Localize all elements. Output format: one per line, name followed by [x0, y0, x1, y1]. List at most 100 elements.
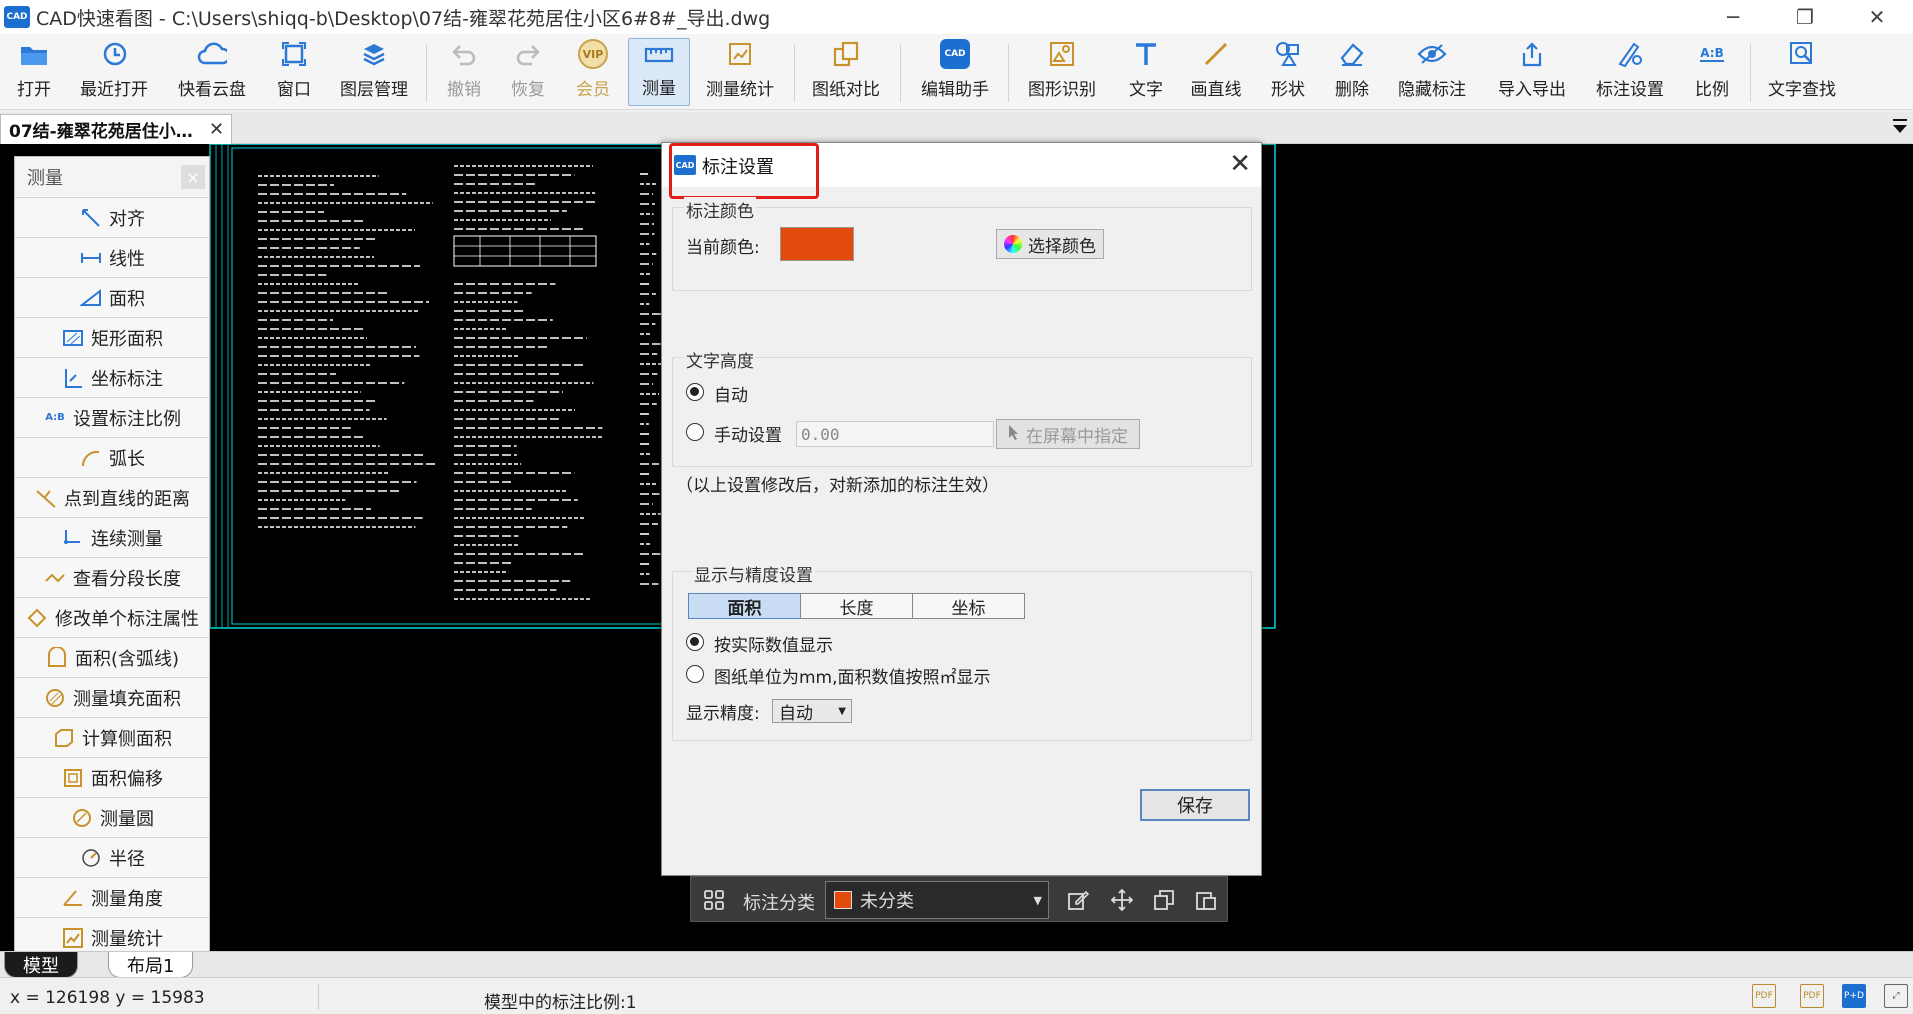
measure-item-arc-length[interactable]: 弧长	[15, 437, 209, 477]
edit-icon[interactable]	[1065, 887, 1091, 913]
text-search-button[interactable]: 文字查找	[1764, 38, 1840, 106]
fullscreen-icon[interactable]: ⤢	[1884, 984, 1908, 1008]
tab-area[interactable]: 面积	[688, 593, 801, 619]
measure-item-set-scale[interactable]: A:B 设置标注比例	[15, 397, 209, 437]
measure-item-fill-area[interactable]: 测量填充面积	[15, 677, 209, 717]
grid-apps-icon[interactable]	[701, 887, 727, 913]
measure-stats-button[interactable]: 测量统计	[704, 38, 776, 106]
mm-square-meter-label: 图纸单位为mm,面积数值按照㎡显示	[714, 668, 991, 688]
measure-panel-title: 测量	[27, 168, 63, 189]
measure-item-rect-area[interactable]: 矩形面积	[15, 317, 209, 357]
compare-button[interactable]: 图纸对比	[810, 38, 882, 106]
dropdown-arrow-icon: ▼	[1033, 894, 1042, 907]
measure-button[interactable]: 测量	[628, 38, 690, 106]
draw-line-button[interactable]: 画直线	[1186, 38, 1246, 106]
measure-panel: 测量 × 对齐 线性 面积 矩形面积 坐标标注 A:B 设置标注比例 弧长 点到直…	[14, 156, 210, 957]
undo-icon	[449, 39, 479, 69]
tab-length[interactable]: 长度	[800, 593, 913, 619]
eye-hidden-icon	[1417, 39, 1447, 69]
display-precision-label: 显示与精度设置	[692, 561, 815, 586]
measure-item-coordinate[interactable]: 坐标标注	[15, 357, 209, 397]
mm-square-meter-radio[interactable]	[686, 665, 704, 683]
open-button[interactable]: 打开	[6, 38, 62, 106]
segment-length-icon	[43, 566, 67, 590]
measure-item-linear[interactable]: 线性	[15, 237, 209, 277]
tab-coordinate[interactable]: 坐标	[912, 593, 1025, 619]
line-icon	[1201, 39, 1231, 69]
manual-height-label: 手动设置	[714, 426, 782, 446]
dropdown-arrow-icon: ▼	[838, 706, 846, 717]
import-export-button[interactable]: 导入导出	[1494, 38, 1570, 106]
clock-history-icon	[99, 39, 129, 69]
color-wheel-icon	[1004, 235, 1022, 253]
circle-measure-icon	[70, 806, 94, 830]
tab-model[interactable]: 模型	[4, 952, 78, 978]
cloud-button[interactable]: 快看云盘	[172, 38, 252, 106]
measure-item-area[interactable]: 面积	[15, 277, 209, 317]
hide-annotation-button[interactable]: 隐藏标注	[1394, 38, 1470, 106]
tab-list-menu-icon[interactable]	[1891, 118, 1909, 136]
measure-item-point-line-distance[interactable]: 点到直线的距离	[15, 477, 209, 517]
measure-item-area-offset[interactable]: 面积偏移	[15, 757, 209, 797]
area-icon	[79, 286, 103, 310]
restore-icon[interactable]: ❐	[1769, 0, 1841, 34]
pdf-convert-icon[interactable]: PDF	[1800, 984, 1824, 1008]
measure-item-edit-annotation[interactable]: 修改单个标注属性	[15, 597, 209, 637]
current-color-swatch[interactable]	[780, 227, 854, 261]
paste-icon[interactable]	[1193, 887, 1219, 913]
precision-select[interactable]: 自动 ▼	[772, 699, 852, 724]
measure-panel-close-icon[interactable]: ×	[181, 165, 205, 189]
measure-item-align[interactable]: 对齐	[15, 197, 209, 237]
measure-item-radius[interactable]: 半径	[15, 837, 209, 877]
main-toolbar: 打开 最近打开 快看云盘 窗口 图层管理 撤销 恢复 VIP 会员 测量 测量统…	[0, 34, 1913, 110]
auto-height-radio[interactable]	[686, 383, 704, 401]
rect-area-icon	[61, 326, 85, 350]
scale-button[interactable]: A:B 比例	[1690, 38, 1734, 106]
window-controls: ─ ❐ ✕	[1697, 0, 1913, 34]
pdf-export-icon[interactable]: PDF	[1752, 984, 1776, 1008]
vip-button[interactable]: VIP 会员	[568, 38, 618, 106]
measure-item-side-area[interactable]: 计算侧面积	[15, 717, 209, 757]
edit-helper-button[interactable]: CAD 编辑助手	[918, 38, 992, 106]
undo-button[interactable]: 撤销	[442, 38, 486, 106]
document-tab[interactable]: 07结-雍翠花苑居住小… ✕	[0, 114, 232, 144]
measure-item-continuous[interactable]: 连续测量	[15, 517, 209, 557]
radius-icon	[79, 846, 103, 870]
scale-ratio-icon: A:B	[45, 412, 65, 423]
recent-button[interactable]: 最近打开	[76, 38, 152, 106]
side-area-icon	[52, 726, 76, 750]
text-button[interactable]: 文字	[1126, 38, 1166, 106]
redo-button[interactable]: 恢复	[506, 38, 550, 106]
tab-layout1[interactable]: 布局1	[108, 952, 194, 978]
shape-recognition-button[interactable]: 图形识别	[1024, 38, 1100, 106]
measure-item-angle[interactable]: 测量角度	[15, 877, 209, 917]
close-window-icon[interactable]: ✕	[1841, 0, 1913, 34]
minimize-icon[interactable]: ─	[1697, 0, 1769, 34]
copy-icon[interactable]	[1151, 887, 1177, 913]
category-select[interactable]: 未分类 ▼	[825, 881, 1049, 919]
shape-button[interactable]: 形状	[1266, 38, 1310, 106]
layers-button[interactable]: 图层管理	[336, 38, 412, 106]
move-icon[interactable]	[1109, 887, 1135, 913]
annotation-settings-button[interactable]: 标注设置	[1592, 38, 1668, 106]
save-button[interactable]: 保存	[1140, 789, 1250, 821]
dialog-close-icon[interactable]: ✕	[1229, 149, 1251, 179]
choose-color-button[interactable]: 选择颜色	[996, 229, 1104, 259]
measure-item-area-arc[interactable]: 面积(含弧线)	[15, 637, 209, 677]
measure-item-circle[interactable]: 测量圆	[15, 797, 209, 837]
title-highlight-box	[669, 143, 819, 199]
actual-value-radio[interactable]	[686, 633, 704, 651]
edit-helper-icon: CAD	[940, 39, 970, 69]
window-icon	[279, 39, 309, 69]
delete-button[interactable]: 删除	[1330, 38, 1374, 106]
manual-height-radio[interactable]	[686, 423, 704, 441]
pd-mode-icon[interactable]: P+D	[1842, 984, 1866, 1008]
window-button[interactable]: 窗口	[272, 38, 316, 106]
close-tab-icon[interactable]: ✕	[209, 119, 224, 140]
title-bar: CAD CAD快速看图 - C:\Users\shiqq-b\Desktop\0…	[0, 0, 1913, 34]
continuous-measure-icon	[61, 526, 85, 550]
manual-height-input[interactable]: 0.00	[796, 421, 994, 447]
pick-on-screen-button[interactable]: 在屏幕中指定	[996, 419, 1140, 449]
compare-icon	[831, 39, 861, 69]
measure-item-segment-length[interactable]: 查看分段长度	[15, 557, 209, 597]
